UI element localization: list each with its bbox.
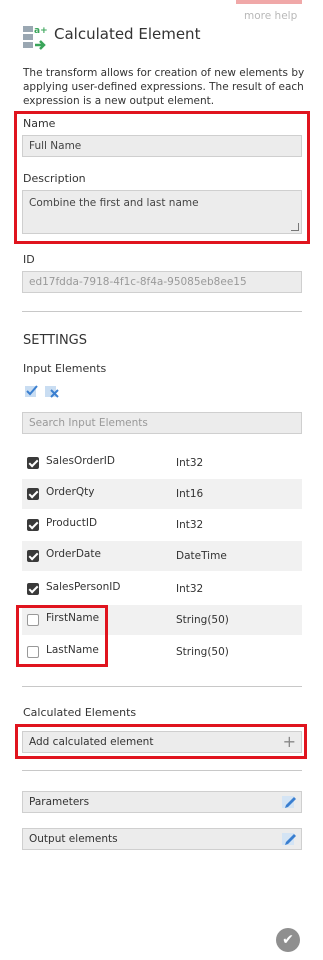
row-checkbox[interactable] <box>27 519 39 531</box>
input-elements-label: Input Elements <box>23 362 107 375</box>
select-all-icon[interactable] <box>25 384 39 398</box>
row-type: Int32 <box>176 583 204 595</box>
more-help-link[interactable]: more help <box>244 10 297 22</box>
calculated-element-icon: a+b <box>23 26 48 50</box>
settings-title: SETTINGS <box>23 333 88 348</box>
confirm-check-icon[interactable]: ✔ <box>276 928 300 952</box>
input-element-row[interactable]: OrderQty Int16 <box>22 479 302 509</box>
plus-icon[interactable]: + <box>283 733 296 751</box>
input-element-row[interactable]: SalesPersonID Int32 <box>22 574 302 604</box>
parameters-section[interactable]: Parameters <box>22 791 302 813</box>
description-label: Description <box>23 172 86 185</box>
row-checkbox[interactable] <box>27 488 39 500</box>
parameters-label: Parameters <box>29 796 90 808</box>
edit-icon[interactable] <box>281 831 297 847</box>
deselect-all-icon[interactable] <box>45 384 59 398</box>
add-calculated-element-button[interactable]: Add calculated element + <box>22 731 302 753</box>
row-name: OrderQty <box>46 486 95 498</box>
divider <box>22 770 302 771</box>
row-type: Int32 <box>176 519 204 531</box>
row-type: String(50) <box>176 614 229 626</box>
row-name: SalesPersonID <box>46 581 121 593</box>
panel-title: Calculated Element <box>54 25 201 43</box>
row-name: ProductID <box>46 517 98 529</box>
name-label: Name <box>23 117 56 130</box>
edit-icon[interactable] <box>281 794 297 810</box>
name-input[interactable]: Full Name <box>22 135 302 157</box>
calculated-elements-label: Calculated Elements <box>23 706 137 719</box>
description-text: Combine the first and last name <box>29 197 199 209</box>
row-type: Int16 <box>176 488 204 500</box>
row-checkbox[interactable] <box>27 550 39 562</box>
row-type: DateTime <box>176 550 227 562</box>
row-type: String(50) <box>176 646 229 658</box>
output-elements-label: Output elements <box>29 833 118 845</box>
row-checkbox[interactable] <box>27 583 39 595</box>
input-element-row[interactable]: ProductID Int32 <box>22 510 302 540</box>
divider <box>22 311 302 312</box>
resize-handle[interactable] <box>291 223 299 231</box>
search-input-elements[interactable]: Search Input Elements <box>22 412 302 434</box>
id-field: ed17fdda-7918-4f1c-8f4a-95085eb8ee15 <box>22 271 302 293</box>
id-label: ID <box>23 253 35 266</box>
output-elements-section[interactable]: Output elements <box>22 828 302 850</box>
input-element-row[interactable]: SalesOrderID Int32 <box>22 448 302 478</box>
panel-description: The transform allows for creation of new… <box>23 67 305 107</box>
add-calculated-label: Add calculated element <box>29 736 154 748</box>
unchecked-fields-highlight <box>16 605 108 667</box>
row-name: SalesOrderID <box>46 455 115 467</box>
row-name: OrderDate <box>46 548 101 560</box>
input-element-row[interactable]: OrderDate DateTime <box>22 541 302 571</box>
row-type: Int32 <box>176 457 204 469</box>
svg-text:a+b: a+b <box>34 26 48 36</box>
description-textarea[interactable]: Combine the first and last name <box>22 190 302 234</box>
row-checkbox[interactable] <box>27 457 39 469</box>
divider <box>22 686 302 687</box>
